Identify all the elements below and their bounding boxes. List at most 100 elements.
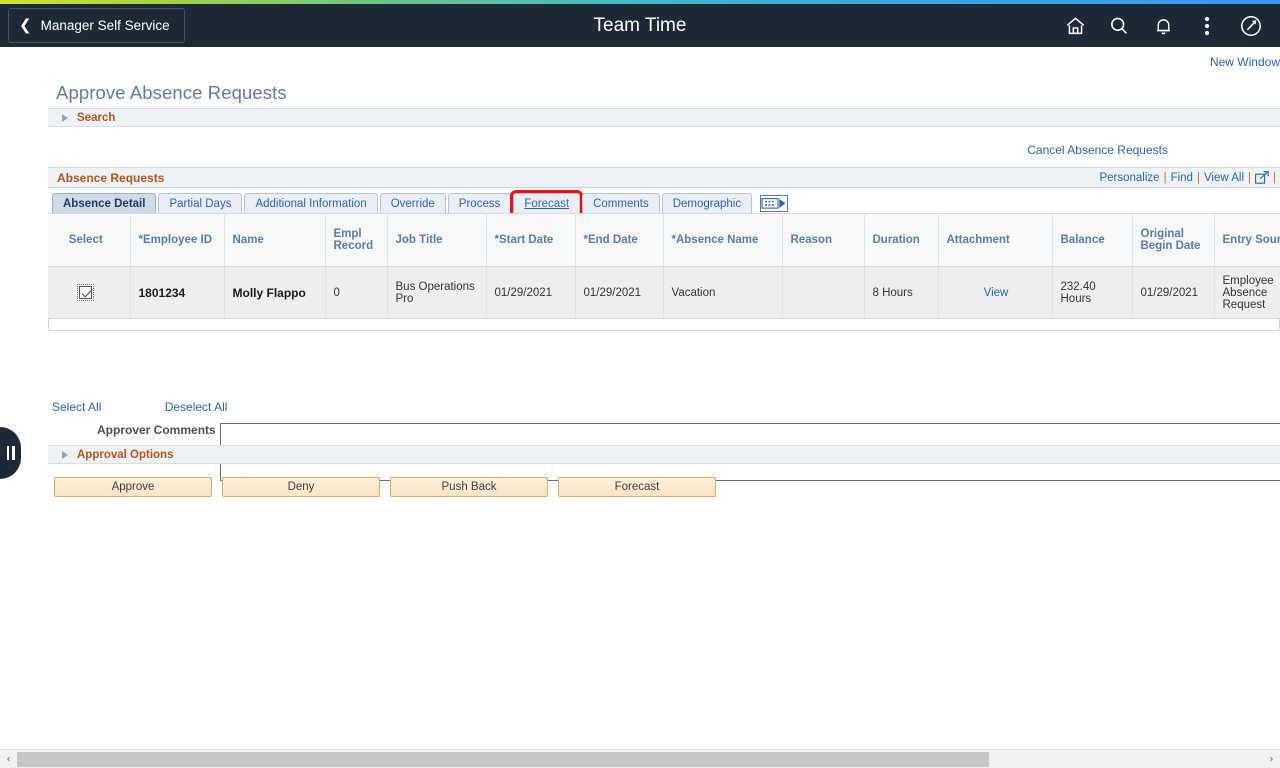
action-separator-2: |: [1196, 171, 1200, 184]
action-separator-3: |: [1248, 171, 1251, 184]
table-header-row: Select *Employee ID Name Empl Record Job…: [48, 213, 1280, 267]
action-separator-4: |: [1273, 171, 1276, 184]
forecast-button[interactable]: Forecast: [558, 477, 716, 497]
search-icon[interactable]: [1102, 9, 1136, 43]
show-next-tabs-icon[interactable]: [760, 195, 789, 212]
cell-duration: 8 Hours: [864, 266, 939, 319]
cell-balance: 232.40 Hours: [1052, 266, 1133, 319]
grid-scroll-region: Select *Employee ID Name Empl Record Job…: [48, 213, 1280, 319]
row-select-cell[interactable]: [48, 266, 131, 319]
new-window-link[interactable]: New Window: [1210, 55, 1280, 69]
tab-label: Absence Detail: [63, 197, 146, 210]
scrollbar-track[interactable]: [17, 751, 1263, 767]
push-back-button[interactable]: Push Back: [390, 477, 548, 497]
cell-empl-record: 0: [325, 266, 388, 319]
home-icon[interactable]: [1058, 9, 1092, 43]
select-all-link[interactable]: Select All: [52, 400, 101, 414]
cell-attachment[interactable]: View: [938, 266, 1053, 319]
tab-demographic[interactable]: Demographic: [661, 193, 753, 213]
tab-override[interactable]: Override: [379, 193, 446, 213]
approval-options-label: Approval Options: [77, 448, 174, 461]
tab-partial-days[interactable]: Partial Days: [158, 193, 243, 213]
tab-label: Additional Information: [255, 197, 367, 210]
tab-label: Demographic: [672, 197, 742, 210]
chevron-right-icon: [62, 450, 68, 459]
action-separator-1: |: [1163, 171, 1167, 184]
back-to-manager-self-service-button[interactable]: ❮ Manager Self Service: [8, 8, 185, 43]
grid-tab-strip: Absence Detail Partial Days Additional Inf…: [48, 190, 1280, 216]
expand-grid-icon[interactable]: [1255, 171, 1269, 184]
page-content-area: New Window Approve Absence Requests Sear…: [0, 47, 1280, 768]
cell-name: Molly Flappo: [224, 266, 326, 319]
tab-label: Override: [390, 197, 435, 210]
column-header-entry-source: Entry Source: [1214, 213, 1280, 267]
scrollbar-thumb[interactable]: [17, 751, 989, 767]
approver-comments-label: Approver Comments: [97, 423, 216, 437]
cancel-absence-requests-link[interactable]: Cancel Absence Requests: [1027, 143, 1168, 157]
scroll-left-arrow-icon[interactable]: ‹: [0, 751, 17, 768]
absence-requests-table: Select *Employee ID Name Empl Record Job…: [48, 213, 1280, 319]
column-header-select: Select: [48, 213, 131, 267]
pause-bars-icon: [6, 446, 15, 460]
tab-absence-detail[interactable]: Absence Detail: [52, 193, 157, 213]
column-header-original-begin-date: Original Begin Date: [1132, 213, 1215, 267]
selection-links: Select All Deselect All: [52, 400, 227, 414]
tab-comments[interactable]: Comments: [582, 193, 660, 213]
row-select-checkbox[interactable]: [77, 284, 95, 301]
column-header-duration: Duration: [864, 213, 939, 267]
deselect-all-link[interactable]: Deselect All: [165, 400, 228, 414]
app-header: ❮ Manager Self Service Team Time: [0, 4, 1280, 47]
absence-requests-grid: Absence Requests Personalize | Find | Vi…: [48, 167, 1280, 331]
notifications-bell-icon[interactable]: [1146, 9, 1180, 43]
page-title: Approve Absence Requests: [56, 82, 287, 103]
tab-label: Comments: [593, 197, 649, 210]
tab-forecast[interactable]: Forecast: [510, 190, 584, 216]
column-header-name: Name: [224, 213, 326, 267]
approval-options-toggle[interactable]: Approval Options: [48, 445, 1280, 464]
navigator-compass-icon[interactable]: [1234, 9, 1268, 43]
search-section-label: Search: [77, 111, 116, 124]
tab-additional-information[interactable]: Additional Information: [244, 193, 378, 213]
cell-absence-name: Vacation: [663, 266, 783, 319]
tab-label: Partial Days: [169, 197, 232, 210]
action-button-row: Approve Deny Push Back Forecast: [54, 477, 716, 497]
search-section-toggle[interactable]: Search: [48, 108, 1280, 127]
scroll-right-arrow-icon[interactable]: ›: [1263, 751, 1280, 768]
chevron-left-icon: ❮: [19, 16, 32, 34]
view-all-link[interactable]: View All: [1204, 172, 1244, 184]
grid-header-bar: Absence Requests Personalize | Find | Vi…: [48, 167, 1280, 188]
cell-employee-id: 1801234: [130, 266, 225, 319]
tab-label: Process: [458, 197, 501, 210]
approve-button[interactable]: Approve: [54, 477, 212, 497]
tab-label: Forecast: [524, 197, 570, 210]
cell-job-title: Bus Operations Pro: [387, 266, 487, 319]
column-header-start-date: *Start Date: [486, 213, 576, 267]
column-header-empl-record: Empl Record: [325, 213, 388, 267]
column-header-employee-id: *Employee ID: [130, 213, 225, 267]
find-link[interactable]: Find: [1171, 172, 1193, 184]
tab-process[interactable]: Process: [447, 193, 512, 213]
back-button-label: Manager Self Service: [40, 18, 170, 33]
horizontal-scrollbar[interactable]: ‹ ›: [0, 749, 1280, 768]
deny-button[interactable]: Deny: [222, 477, 380, 497]
grid-title: Absence Requests: [57, 171, 165, 185]
chevron-right-icon: [62, 113, 68, 122]
column-header-reason: Reason: [782, 213, 865, 267]
grid-actions: Personalize | Find | View All | |: [1099, 171, 1276, 184]
header-icon-group: [1058, 9, 1280, 43]
personalize-link[interactable]: Personalize: [1099, 172, 1159, 184]
cell-end-date: 01/29/2021: [575, 266, 664, 319]
grid-bottom-edge: [48, 319, 1280, 331]
table-row: 1801234 Molly Flappo 0 Bus Operations Pr…: [48, 266, 1280, 319]
column-header-end-date: *End Date: [575, 213, 664, 267]
cell-original-begin-date: 01/29/2021: [1132, 266, 1215, 319]
cell-entry-source: Employee Absence Request: [1214, 266, 1280, 319]
cell-start-date: 01/29/2021: [486, 266, 576, 319]
column-header-attachment: Attachment: [938, 213, 1053, 267]
view-attachment-link[interactable]: View: [984, 287, 1009, 299]
cell-reason: [782, 266, 865, 319]
actions-kebab-icon[interactable]: [1190, 9, 1224, 43]
column-header-absence-name: *Absence Name: [663, 213, 783, 267]
sidebar-expand-handle[interactable]: [0, 427, 21, 479]
column-header-job-title: Job Title: [387, 213, 487, 267]
